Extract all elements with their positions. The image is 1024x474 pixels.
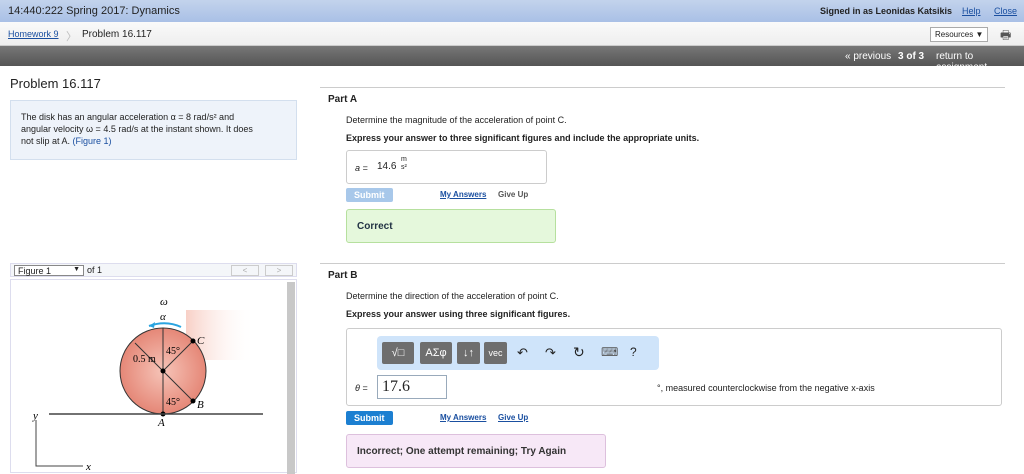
signed-in-text: Signed in as Leonidas Katsikis [820,6,953,16]
part-b-answer-box: √□ ΑΣφ ↓↑ vec ↶ ↷ ↻ ⌨ ? θ = 17.6 °, meas… [346,328,1002,406]
angle-label: 45° [166,397,180,408]
breadcrumb-homework[interactable]: Homework 9 [8,29,59,39]
top-bar: 14:440:222 Spring 2017: Dynamics Signed … [0,0,1024,22]
figure-header: Figure 1 ▼ of 1 < > [10,263,297,277]
answer-suffix: °, measured counterclockwise from the ne… [657,383,875,393]
unit-numerator: m [401,156,407,163]
figure-select-value: Figure 1 [18,266,52,276]
problem-text: not slip at A. [21,136,73,146]
part-b-prompt: Determine the direction of the accelerat… [346,291,559,301]
part-b-my-answers-link[interactable]: My Answers [440,413,486,422]
part-a-instruction: Express your answer to three significant… [346,133,700,143]
part-a-prompt: Determine the magnitude of the accelerat… [346,115,567,125]
figure-link[interactable]: (Figure 1) [73,136,112,146]
angle-label: 45° [166,346,180,357]
answer-variable: θ = [355,383,368,393]
divider [320,263,1005,264]
answer-value: 14.6 [377,161,397,172]
breadcrumb: Homework 9 〉 Problem 16.117 Resources ▼ … [0,22,1024,46]
part-a-submit-button[interactable]: Submit [346,188,393,202]
figure-count: of 1 [87,265,103,275]
answer-variable: a = [355,163,368,173]
disk-diagram: ω α C B A y x 0.5 m 45° 45° [32,296,263,473]
theta-input[interactable]: 17.6 [377,375,447,399]
keyboard-icon[interactable]: ⌨ [601,345,618,359]
part-b-result: Incorrect; One attempt remaining; Try Ag… [346,434,606,468]
figure-prev-button[interactable]: < [231,265,259,276]
course-title: 14:440:222 Spring 2017: Dynamics [8,5,180,17]
part-b-give-up-link[interactable]: Give Up [498,413,528,422]
figure-select[interactable]: Figure 1 ▼ [14,265,84,276]
position-indicator: 3 of 3 [898,51,925,62]
y-axis-label: y [32,410,38,422]
problem-statement: The disk has an angular acceleration α =… [10,100,297,160]
print-icon[interactable]: 🖶 [1000,26,1011,47]
point-b-label: B [197,399,204,411]
close-link[interactable]: Close [994,6,1017,16]
figure-panel: ω α C B A y x 0.5 m 45° 45° [10,279,297,474]
problem-text: The disk has an angular acceleration α =… [21,112,235,122]
help-link[interactable]: Help [962,6,981,16]
subscript-button[interactable]: ↓↑ [457,342,480,364]
answer-unit: m s² [401,156,407,172]
return-link[interactable]: return to assignment [936,51,1024,73]
help-icon[interactable]: ? [630,345,637,359]
part-a-give-up-link[interactable]: Give Up [498,190,528,199]
figure-scrollbar[interactable] [287,282,295,474]
problem-text: angular velocity ω = 4.5 rad/s at the in… [21,124,253,134]
previous-link[interactable]: « previous [845,51,891,62]
part-a-my-answers-link[interactable]: My Answers [440,190,486,199]
part-a-title: Part A [328,94,358,105]
resources-dropdown[interactable]: Resources ▼ [930,27,989,42]
problem-title: Problem 16.117 [10,76,101,91]
point-c-label: C [197,335,205,347]
radius-label: 0.5 m [133,354,156,365]
assignment-nav: « previous 3 of 3 return to assignment [0,46,1024,73]
part-b-instruction: Express your answer using three signific… [346,309,571,319]
alpha-label: α [160,311,166,323]
unit-denominator: s² [401,164,407,171]
omega-label: ω [160,296,168,308]
math-toolbar: √□ ΑΣφ ↓↑ vec ↶ ↷ ↻ ⌨ ? [377,336,659,370]
x-axis-label: x [85,461,91,473]
part-b-title: Part B [328,270,358,281]
undo-icon[interactable]: ↶ [517,345,528,361]
part-a-result: Correct [346,209,556,243]
breadcrumb-problem: Problem 16.117 [82,29,152,40]
redo-icon[interactable]: ↷ [545,345,556,361]
templates-button[interactable]: √□ [382,342,414,364]
vector-button[interactable]: vec [484,342,507,364]
figure-next-button[interactable]: > [265,265,293,276]
reset-icon[interactable]: ↻ [573,344,585,361]
symbols-button[interactable]: ΑΣφ [420,342,452,364]
point-a-label: A [157,417,165,429]
part-b-submit-button[interactable]: Submit [346,411,393,425]
divider [320,87,1005,88]
part-a-answer-box: a = 14.6 m s² [346,150,547,184]
